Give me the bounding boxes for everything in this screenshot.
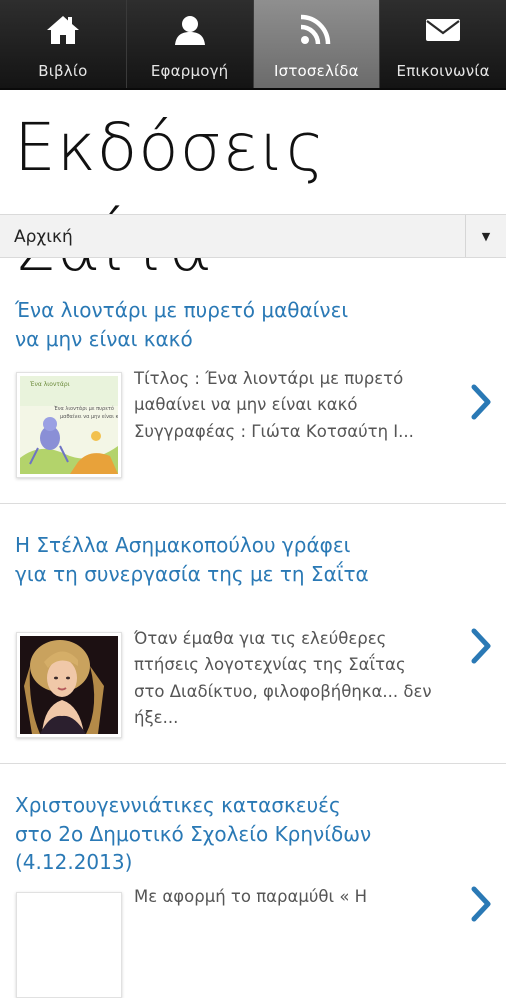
top-tab-bar: Βιβλίο Εφαρμογή Ιστοσελίδα Επικοινωνία xyxy=(0,0,506,90)
section-dropdown-value: Αρχική xyxy=(14,227,73,247)
article-excerpt: Με αφορμή το παραμύθι « Η xyxy=(134,887,368,906)
chevron-right-icon[interactable] xyxy=(468,628,494,664)
user-icon xyxy=(170,10,210,50)
rss-icon xyxy=(296,10,336,50)
tab-contact-label: Επικοινωνία xyxy=(396,62,490,80)
section-dropdown[interactable]: Αρχική ▼ xyxy=(0,214,506,258)
article-title[interactable]: Χριστουγεννιάτικες κατασκευές στο 2ο Δημ… xyxy=(15,791,375,877)
tab-book-label: Βιβλίο xyxy=(38,62,88,80)
home-icon xyxy=(43,10,83,50)
article-thumbnail[interactable] xyxy=(16,632,122,738)
publisher-logo: Εκδόσεις Σαΐτα xyxy=(14,109,326,286)
svg-text:μαθαίνει να μην είναι κακό: μαθαίνει να μην είναι κακό xyxy=(60,413,118,420)
article-title[interactable]: Η Στέλλα Ασημακοπούλου γράφει για τη συν… xyxy=(15,531,375,588)
tab-contact[interactable]: Επικοινωνία xyxy=(380,0,506,88)
svg-text:Ένα λιοντάρι: Ένα λιοντάρι xyxy=(29,381,70,388)
tab-website-label: Ιστοσελίδα xyxy=(273,62,359,80)
svg-text:Ένα λιοντάρι με πυρετό: Ένα λιοντάρι με πυρετό xyxy=(53,405,114,412)
chevron-right-icon[interactable] xyxy=(468,384,494,420)
mail-icon xyxy=(423,10,463,50)
article-thumbnail[interactable]: Ένα λιοντάρι Ένα λιοντάρι με πυρετό μαθα… xyxy=(16,372,128,478)
article-title[interactable]: Ένα λιοντάρι με πυρετό μαθαίνει να μην ε… xyxy=(15,296,375,353)
article-divider xyxy=(0,763,506,764)
article-divider xyxy=(0,503,506,504)
article-excerpt: Όταν έμαθα για τις ελεύθερες πτήσεις λογ… xyxy=(134,629,432,727)
article-excerpt: Τίτλος : Ένα λιοντάρι με πυρετό μαθαίνει… xyxy=(134,369,414,441)
article-thumbnail[interactable] xyxy=(16,892,122,998)
dropdown-arrow-icon[interactable]: ▼ xyxy=(465,215,506,257)
chevron-right-icon[interactable] xyxy=(468,886,494,922)
tab-app-label: Εφαρμογή xyxy=(150,62,229,80)
tab-website[interactable]: Ιστοσελίδα xyxy=(253,0,381,88)
tab-book[interactable]: Βιβλίο xyxy=(0,0,127,88)
tab-app[interactable]: Εφαρμογή xyxy=(126,0,254,88)
